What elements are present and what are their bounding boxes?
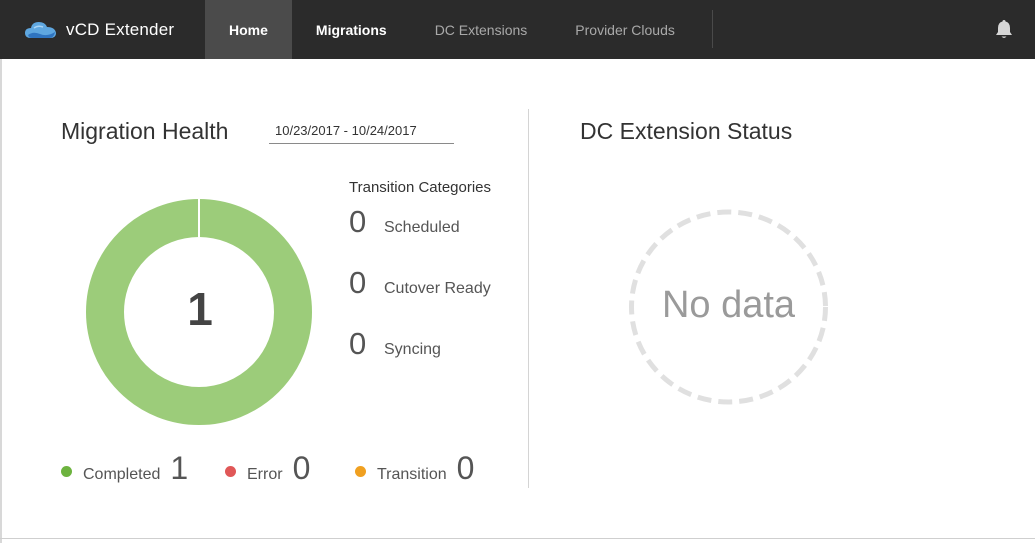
- legend-count: 1: [170, 450, 189, 486]
- category-count: 0: [349, 265, 367, 300]
- top-navbar: vCD Extender Home Migrations DC Extensio…: [0, 0, 1035, 59]
- category-count: 0: [349, 204, 367, 239]
- error-dot-icon: [225, 466, 236, 477]
- no-data-text: No data: [661, 284, 796, 326]
- completed-dot-icon: [61, 466, 72, 477]
- category-label: Cutover Ready: [384, 280, 491, 297]
- legend-count: 0: [292, 450, 311, 486]
- legend-completed: Completed 1: [61, 450, 188, 487]
- category-count: 0: [349, 326, 367, 361]
- legend-count: 0: [456, 450, 475, 486]
- frame-bottom-border: [0, 538, 1035, 539]
- tab-provider-clouds[interactable]: Provider Clouds: [551, 0, 699, 59]
- legend-transition: Transition 0: [355, 450, 474, 487]
- legend-label: Transition: [377, 466, 447, 483]
- category-label: Syncing: [384, 341, 441, 358]
- category-cutover-ready: 0 Cutover Ready: [349, 265, 491, 301]
- brand[interactable]: vCD Extender: [24, 0, 174, 59]
- category-label: Scheduled: [384, 219, 460, 236]
- legend-label: Completed: [83, 466, 161, 483]
- tab-dc-extensions[interactable]: DC Extensions: [411, 0, 552, 59]
- nav-divider: [712, 10, 713, 48]
- main-nav: Home Migrations DC Extensions Provider C…: [205, 0, 699, 59]
- bell-icon[interactable]: [993, 18, 1015, 40]
- app-title: vCD Extender: [66, 19, 175, 39]
- transition-categories-title: Transition Categories: [349, 179, 492, 196]
- dc-extension-status-title: DC Extension Status: [580, 118, 793, 144]
- donut-total-count: 1: [187, 283, 213, 335]
- legend-error: Error 0: [225, 450, 310, 487]
- date-range-picker[interactable]: 10/23/2017 - 10/24/2017: [269, 121, 454, 144]
- section-divider: [528, 109, 529, 488]
- migration-health-title: Migration Health: [61, 118, 229, 144]
- category-syncing: 0 Syncing: [349, 326, 441, 362]
- tab-migrations[interactable]: Migrations: [292, 0, 411, 59]
- tab-home[interactable]: Home: [205, 0, 292, 59]
- transition-dot-icon: [355, 466, 366, 477]
- legend-label: Error: [247, 466, 283, 483]
- cloud-logo-icon: [25, 21, 56, 38]
- frame-left-border: [0, 59, 2, 543]
- category-scheduled: 0 Scheduled: [349, 204, 460, 240]
